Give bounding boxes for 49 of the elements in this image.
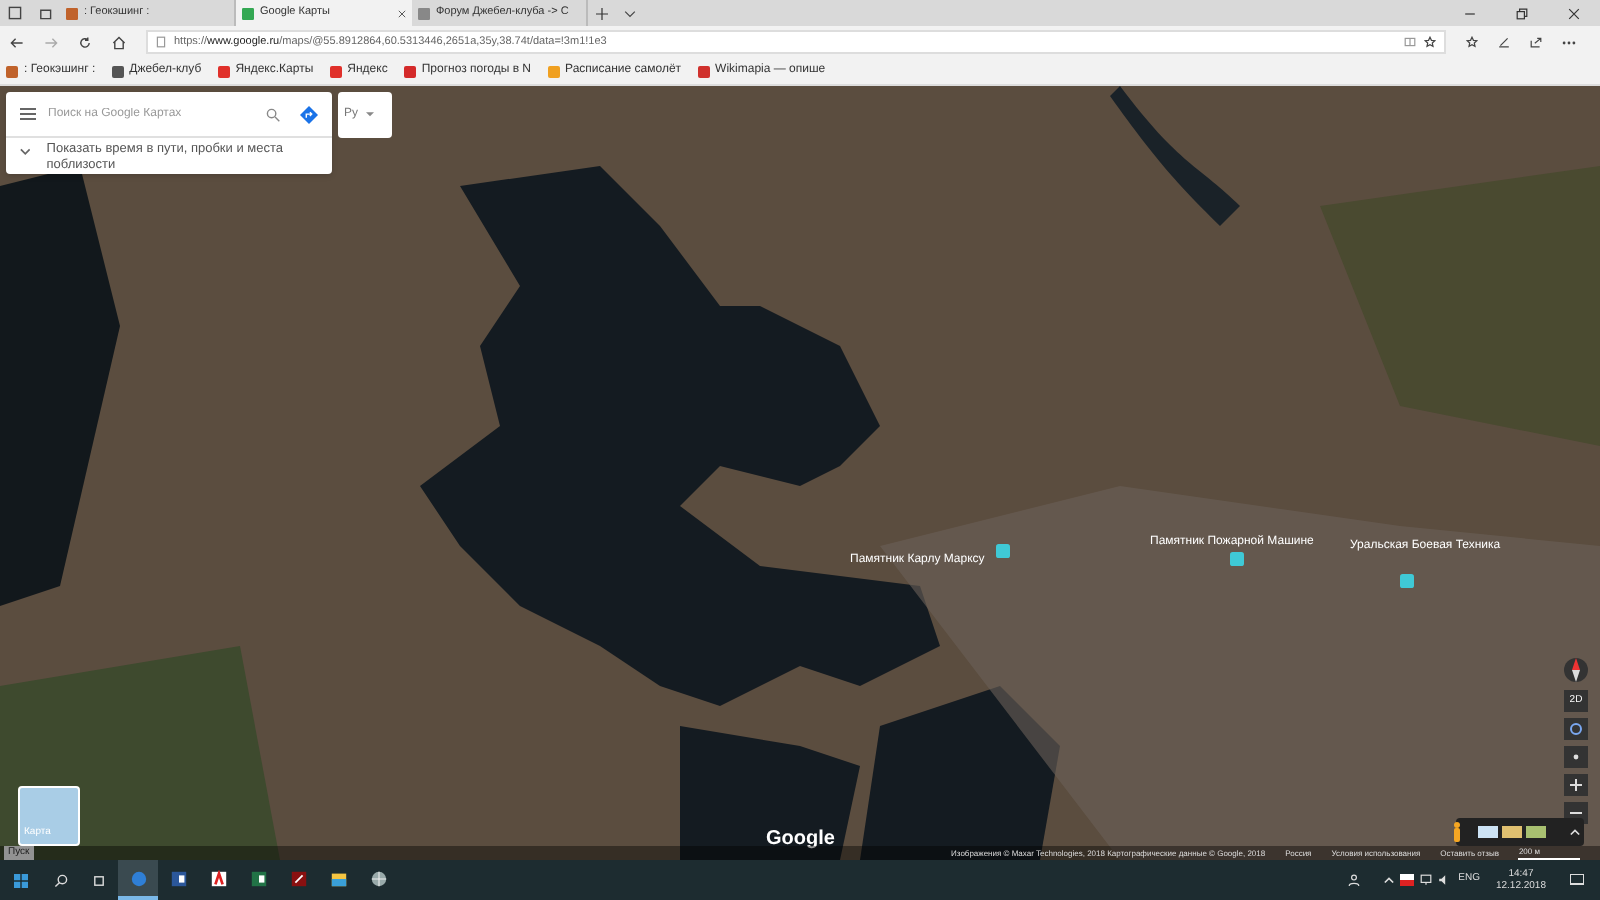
tabs-icon[interactable] xyxy=(8,6,22,20)
tab-back-icon[interactable] xyxy=(38,6,52,20)
star-icon[interactable] xyxy=(1424,36,1436,48)
speaker-icon[interactable] xyxy=(1438,874,1451,886)
reading-view-icon[interactable] xyxy=(1404,36,1416,48)
more-icon[interactable] xyxy=(1562,39,1576,45)
share-icon[interactable] xyxy=(1530,36,1542,48)
notification-icon[interactable] xyxy=(1570,874,1584,886)
place-marker-icon[interactable] xyxy=(1230,552,1244,566)
minimize-icon[interactable] xyxy=(1464,8,1476,20)
favicon-icon xyxy=(242,7,254,19)
directions-icon[interactable] xyxy=(300,105,318,123)
menu-icon[interactable] xyxy=(20,108,36,120)
pen-icon[interactable] xyxy=(1498,36,1510,48)
spreadsheet-app-icon xyxy=(249,869,267,887)
document-app-icon xyxy=(169,869,187,887)
pdf-app-icon xyxy=(289,869,307,887)
network-icon[interactable] xyxy=(1420,874,1433,886)
browser-icon xyxy=(129,869,147,887)
caret-icon xyxy=(366,112,375,118)
restore-icon[interactable] xyxy=(1516,8,1528,20)
close-icon[interactable] xyxy=(1568,8,1580,20)
people-icon[interactable] xyxy=(1348,874,1361,886)
favorites-icon[interactable] xyxy=(1466,36,1478,48)
close-tab-icon[interactable] xyxy=(398,9,406,17)
favicon-icon xyxy=(66,7,78,19)
chevron-down-icon[interactable] xyxy=(20,148,31,156)
home-icon[interactable] xyxy=(112,35,126,49)
back-icon[interactable] xyxy=(10,35,24,49)
new-tab-icon[interactable] xyxy=(596,8,608,20)
chevron-down-icon[interactable] xyxy=(624,8,636,20)
folder-icon xyxy=(329,869,347,887)
place-marker-icon[interactable] xyxy=(996,544,1010,558)
globe-icon xyxy=(369,869,387,887)
refresh-icon[interactable] xyxy=(78,35,92,49)
chevron-up-icon[interactable] xyxy=(1384,876,1395,884)
chevron-up-icon[interactable] xyxy=(1570,828,1580,836)
favicon-icon xyxy=(418,7,430,19)
place-marker-icon[interactable] xyxy=(1400,574,1414,588)
task-view-icon[interactable] xyxy=(92,873,106,887)
letter-app-icon xyxy=(209,869,227,887)
map-logo: Google xyxy=(766,826,835,854)
zoom-in-icon[interactable] xyxy=(1564,774,1588,796)
compass-icon[interactable] xyxy=(1564,656,1588,684)
windows-start-icon[interactable] xyxy=(14,873,28,887)
pegman-icon[interactable] xyxy=(1452,822,1462,842)
flag-icon[interactable] xyxy=(1400,874,1415,886)
location-icon[interactable] xyxy=(1564,718,1588,740)
page-icon xyxy=(156,36,166,48)
